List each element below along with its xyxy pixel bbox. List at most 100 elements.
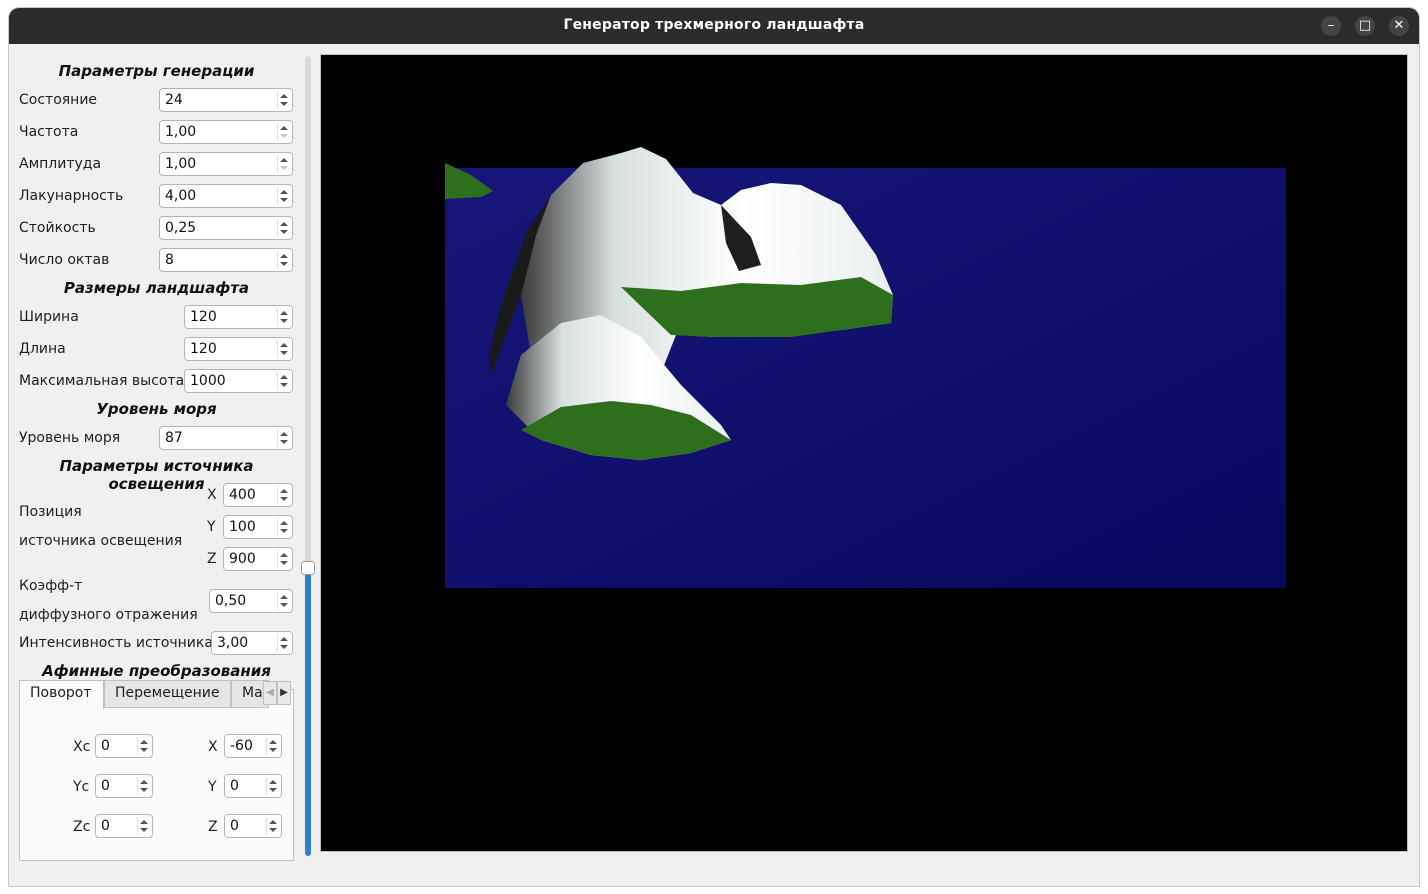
intensity-value: 3,00	[217, 635, 249, 651]
stepper-arrows-icon[interactable]	[277, 123, 290, 141]
yc-spinbox[interactable]: 0	[95, 774, 153, 798]
octaves-label: Число октав	[19, 252, 110, 268]
stepper-arrows-icon[interactable]	[266, 817, 279, 835]
xc-spinbox[interactable]: 0	[95, 734, 153, 758]
window-title: Генератор трехмерного ландшафта	[563, 17, 865, 33]
light-x-label: X	[207, 487, 217, 503]
max-height-spinbox[interactable]: 1000	[184, 369, 293, 393]
amplitude-spinbox[interactable]: 1,00	[159, 152, 293, 176]
slider-handle[interactable]	[301, 561, 315, 575]
amplitude-value: 1,00	[165, 156, 197, 172]
rot-y-value: 0	[230, 778, 239, 794]
light-z-value: 900	[229, 551, 256, 567]
render-viewport[interactable]	[320, 54, 1408, 852]
rot-z-value: 0	[230, 818, 239, 834]
tab-scroll-left-icon[interactable]: ◀	[263, 681, 277, 705]
size-header: Размеры ландшафта	[63, 279, 250, 297]
width-label: Ширина	[19, 309, 79, 325]
stepper-arrows-icon[interactable]	[277, 308, 290, 326]
stepper-arrows-icon[interactable]	[266, 777, 279, 795]
frequency-value: 1,00	[165, 124, 197, 140]
rot-x-spinbox[interactable]: -60	[224, 734, 282, 758]
close-button[interactable]: ✕	[1389, 16, 1409, 36]
length-label: Длина	[19, 341, 66, 357]
slider-fill	[305, 568, 311, 856]
vertical-slider[interactable]	[301, 56, 315, 856]
diffuse-spinbox[interactable]: 0,50	[209, 589, 293, 613]
lacunarity-value: 4,00	[165, 188, 197, 204]
intensity-label: Интенсивность источника	[19, 635, 213, 651]
light-y-label: Y	[207, 519, 216, 535]
frequency-label: Частота	[19, 124, 79, 140]
stepper-arrows-icon[interactable]	[137, 817, 150, 835]
sea-header: Уровень моря	[96, 400, 217, 418]
yc-value: 0	[101, 778, 110, 794]
stepper-arrows-icon[interactable]	[277, 251, 290, 269]
xc-value: 0	[101, 738, 110, 754]
rot-x-label: X	[208, 739, 218, 755]
persistence-value: 0,25	[165, 220, 197, 236]
rot-x-value: -60	[230, 738, 253, 754]
stepper-arrows-icon[interactable]	[137, 777, 150, 795]
light-y-spinbox[interactable]: 100	[223, 515, 293, 539]
rot-y-label: Y	[208, 779, 217, 795]
persistence-spinbox[interactable]: 0,25	[159, 216, 293, 240]
light-x-spinbox[interactable]: 400	[223, 483, 293, 507]
stepper-arrows-icon[interactable]	[277, 91, 290, 109]
tab-rotate[interactable]: Поворот	[19, 680, 104, 710]
length-spinbox[interactable]: 120	[184, 337, 293, 361]
tab-translate[interactable]: Перемещение	[104, 680, 231, 708]
diffuse-value: 0,50	[215, 593, 247, 609]
intensity-spinbox[interactable]: 3,00	[211, 631, 293, 655]
rot-z-label: Z	[208, 819, 218, 835]
stepper-arrows-icon[interactable]	[277, 155, 290, 173]
lacunarity-spinbox[interactable]: 4,00	[159, 184, 293, 208]
rot-z-spinbox[interactable]: 0	[224, 814, 282, 838]
diffuse-label-2: диффузного отражения	[19, 607, 198, 623]
amplitude-label: Амплитуда	[19, 156, 102, 172]
state-value: 24	[165, 92, 183, 108]
octaves-value: 8	[165, 252, 174, 268]
sea-level-value: 87	[165, 430, 183, 446]
stepper-arrows-icon[interactable]	[277, 550, 290, 568]
affine-tab-bar: Поворот Перемещение Ма ◀ ▶	[19, 680, 294, 710]
light-y-value: 100	[229, 519, 256, 535]
minimize-button[interactable]: –	[1321, 16, 1341, 36]
frequency-spinbox[interactable]: 1,00	[159, 120, 293, 144]
stepper-arrows-icon[interactable]	[277, 429, 290, 447]
stepper-arrows-icon[interactable]	[277, 219, 290, 237]
state-spinbox[interactable]: 24	[159, 88, 293, 112]
sea-level-label: Уровень моря	[19, 430, 121, 446]
stepper-arrows-icon[interactable]	[277, 518, 290, 536]
title-bar: Генератор трехмерного ландшафта – □ ✕	[9, 8, 1419, 44]
stepper-arrows-icon[interactable]	[266, 737, 279, 755]
diffuse-label: Коэфф-т	[19, 578, 83, 594]
stepper-arrows-icon[interactable]	[277, 486, 290, 504]
stepper-arrows-icon[interactable]	[277, 372, 290, 390]
control-panel: Параметры генерации Состояние 24 Частота…	[9, 44, 304, 864]
stepper-arrows-icon[interactable]	[277, 187, 290, 205]
light-position-label-2: источника освещения	[19, 533, 183, 549]
rot-y-spinbox[interactable]: 0	[224, 774, 282, 798]
stepper-arrows-icon[interactable]	[277, 634, 290, 652]
length-value: 120	[190, 341, 217, 357]
yc-label: Yc	[73, 779, 90, 795]
max-height-label: Максимальная высота	[19, 373, 185, 389]
affine-tab-panel: Xc 0 Yc 0 Zc 0 X -60 Y 0 Z 0	[19, 689, 294, 861]
maximize-button[interactable]: □	[1355, 16, 1375, 36]
stepper-arrows-icon[interactable]	[277, 340, 290, 358]
light-x-value: 400	[229, 487, 256, 503]
light-z-spinbox[interactable]: 900	[223, 547, 293, 571]
affine-header: Афинные преобразования	[42, 662, 271, 680]
stepper-arrows-icon[interactable]	[277, 592, 290, 610]
width-spinbox[interactable]: 120	[184, 305, 293, 329]
width-value: 120	[190, 309, 217, 325]
state-label: Состояние	[19, 92, 98, 108]
stepper-arrows-icon[interactable]	[137, 737, 150, 755]
sea-level-spinbox[interactable]: 87	[159, 426, 293, 450]
octaves-spinbox[interactable]: 8	[159, 248, 293, 272]
light-z-label: Z	[207, 551, 217, 567]
zc-spinbox[interactable]: 0	[95, 814, 153, 838]
tab-scroll-right-icon[interactable]: ▶	[277, 681, 291, 705]
lacunarity-label: Лакунарность	[19, 188, 124, 204]
